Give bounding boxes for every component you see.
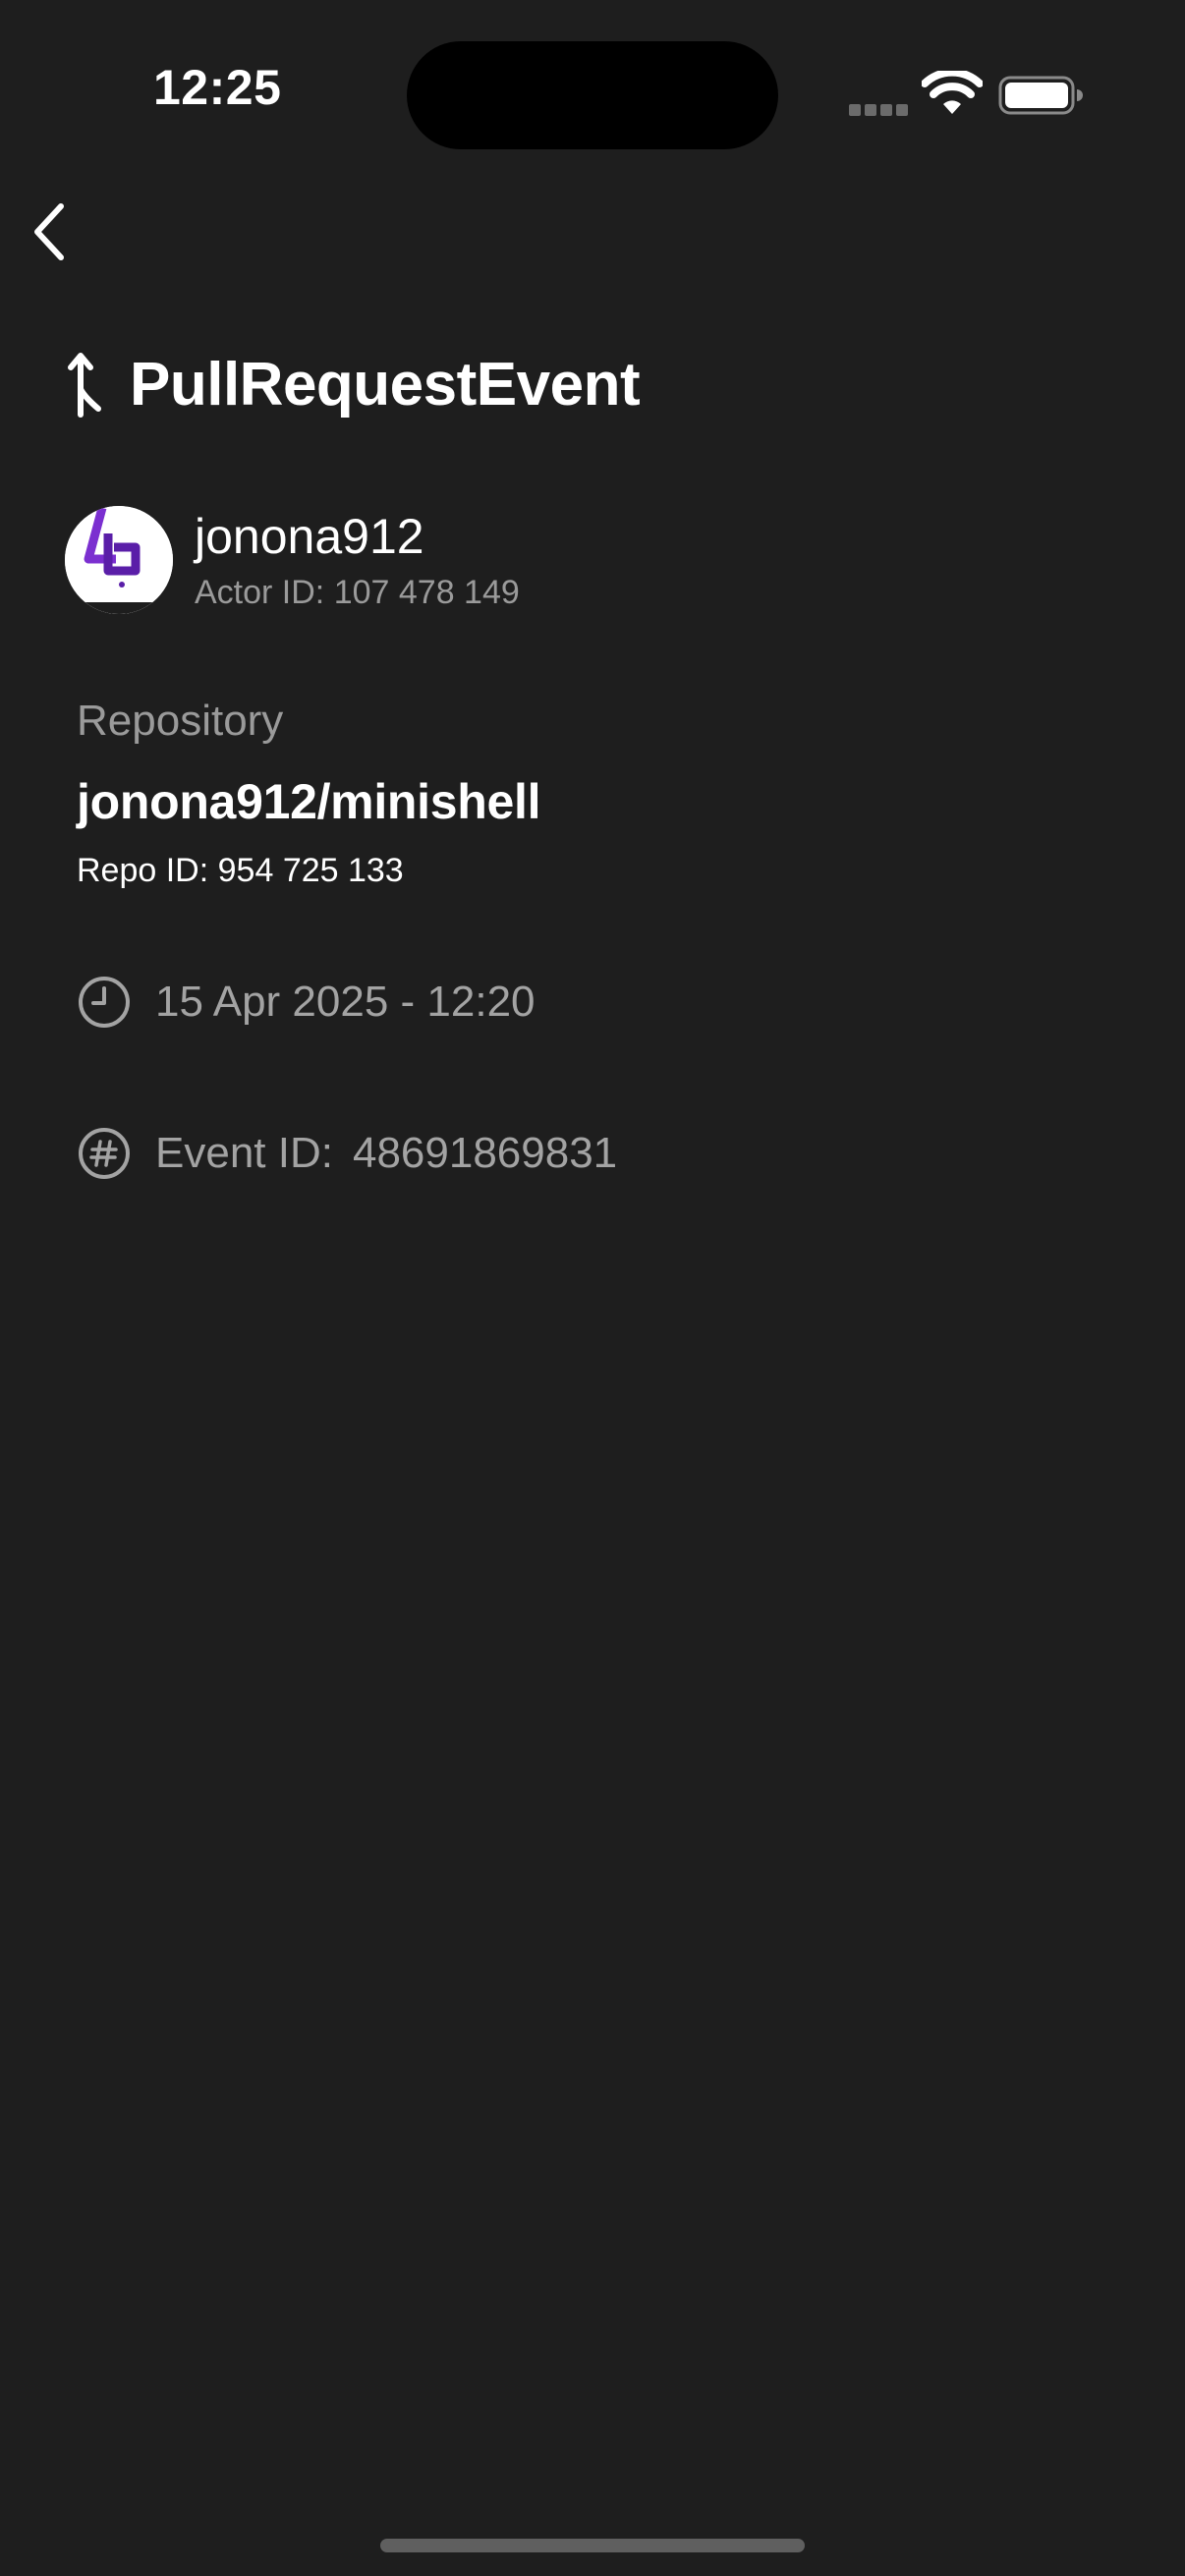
clock-icon xyxy=(79,977,130,1028)
event-id-row: Event ID: 48691869831 xyxy=(77,1126,617,1181)
avatar[interactable] xyxy=(65,506,173,614)
repo-id: Repo ID: 954 725 133 xyxy=(77,852,404,889)
cellular-signal-icon xyxy=(849,104,908,116)
event-id-label: Event ID: xyxy=(155,1129,333,1177)
dynamic-island xyxy=(407,41,778,149)
actor-id-value: 107 478 149 xyxy=(333,574,520,611)
home-indicator[interactable] xyxy=(380,2539,805,2552)
repo-id-value: 954 725 133 xyxy=(217,852,404,889)
pull-request-icon xyxy=(68,353,101,418)
actor-username[interactable]: jonona912 xyxy=(195,510,424,564)
actor-id-label: Actor ID: xyxy=(195,574,325,611)
chevron-left-icon xyxy=(34,203,64,260)
event-id-value: 48691869831 xyxy=(352,1129,618,1177)
hash-icon xyxy=(79,1128,130,1179)
event-date: 15 Apr 2025 - 12:20 xyxy=(155,978,536,1026)
status-time: 12:25 xyxy=(153,60,282,115)
repository-section-label: Repository xyxy=(77,697,284,745)
page-title: PullRequestEvent xyxy=(130,351,641,419)
repository-name[interactable]: jonona912/minishell xyxy=(77,775,541,829)
repo-id-label: Repo ID: xyxy=(77,852,209,889)
wifi-icon xyxy=(922,71,983,114)
battery-icon xyxy=(998,76,1083,115)
back-button[interactable] xyxy=(14,193,85,271)
avatar-image xyxy=(65,506,173,614)
actor-id: Actor ID: 107 478 149 xyxy=(195,574,520,611)
page-header: PullRequestEvent xyxy=(67,350,641,420)
event-date-row: 15 Apr 2025 - 12:20 xyxy=(77,975,536,1030)
